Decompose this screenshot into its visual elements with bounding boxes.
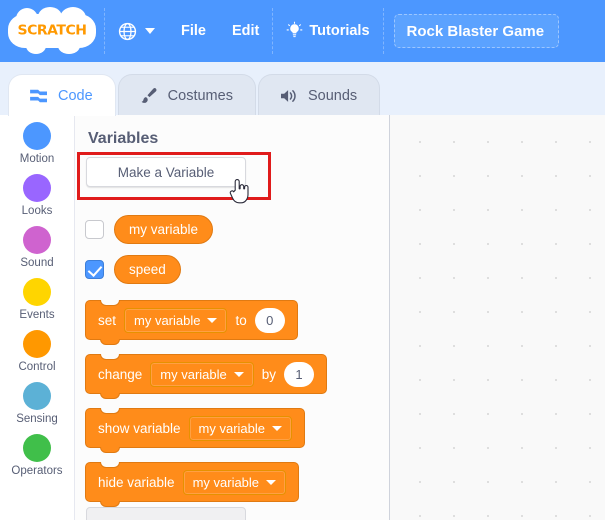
tab-code[interactable]: Code (8, 74, 116, 116)
make-a-list-button-partial[interactable] (86, 507, 246, 520)
tab-sounds[interactable]: Sounds (257, 74, 381, 116)
hide-block-variable-dropdown[interactable]: my variable (182, 469, 287, 495)
events-color-dot (23, 278, 51, 306)
variable-reporter-my-variable[interactable]: my variable (114, 215, 214, 244)
category-sound-label: Sound (20, 257, 54, 269)
speaker-icon (280, 89, 296, 102)
change-block-variable-dropdown[interactable]: my variable (150, 361, 254, 387)
change-block-middle-label: by (261, 366, 277, 382)
category-sound[interactable]: Sound (0, 226, 74, 278)
paintbrush-icon (141, 87, 157, 103)
chevron-down-icon (272, 425, 283, 431)
set-variable-block[interactable]: set my variable to 0 (85, 300, 298, 345)
set-block-prefix: set (98, 312, 117, 328)
show-block-prefix: show variable (98, 420, 181, 436)
menu-edit-label: Edit (231, 23, 260, 39)
category-operators[interactable]: Operators (0, 434, 74, 486)
category-sensing[interactable]: Sensing (0, 382, 74, 434)
change-variable-block[interactable]: change my variable by 1 (85, 354, 328, 399)
chevron-down-icon (145, 28, 155, 34)
hide-block-prefix: hide variable (98, 474, 175, 490)
language-selector[interactable] (105, 0, 168, 62)
block-palette[interactable]: Variables Make a Variable my variable sp… (75, 115, 390, 520)
block-category-sidebar: Motion Looks Sound Events Control Sensin… (0, 115, 75, 520)
looks-color-dot (23, 174, 51, 202)
chevron-down-icon (207, 317, 218, 323)
category-control[interactable]: Control (0, 330, 74, 382)
motion-color-dot (23, 122, 51, 150)
menu-edit[interactable]: Edit (219, 0, 272, 62)
sensing-color-dot (23, 382, 51, 410)
tab-sounds-label: Sounds (307, 87, 358, 104)
show-block-variable-dropdown[interactable]: my variable (188, 415, 293, 441)
make-a-variable-button[interactable]: Make a Variable (86, 157, 246, 187)
tutorials-label: Tutorials (309, 23, 370, 39)
category-looks-label: Looks (21, 205, 53, 217)
variable-checkbox-speed[interactable] (85, 260, 104, 279)
hide-variable-block[interactable]: hide variable my variable (85, 462, 300, 507)
globe-icon (118, 22, 137, 40)
variable-row-my-variable: my variable (85, 215, 214, 244)
palette-section-title: Variables (88, 130, 159, 147)
change-block-prefix: change (98, 366, 143, 382)
set-block-middle-label: to (235, 312, 247, 328)
hide-block-dropdown-value: my variable (192, 474, 260, 490)
scratch-logo-text: SCRATCH (17, 23, 87, 39)
chevron-down-icon (266, 479, 277, 485)
show-variable-block[interactable]: show variable my variable (85, 408, 306, 453)
code-blocks-icon (30, 89, 47, 102)
editor-body: Motion Looks Sound Events Control Sensin… (0, 115, 605, 520)
menu-file[interactable]: File (168, 0, 219, 62)
change-block-dropdown-value: my variable (160, 366, 227, 382)
tab-costumes[interactable]: Costumes (117, 74, 256, 116)
chevron-down-icon (233, 371, 244, 377)
category-events-label: Events (19, 309, 55, 321)
tab-costumes-label: Costumes (167, 87, 233, 104)
make-a-variable-label: Make a Variable (117, 164, 215, 180)
lightbulb-icon (286, 21, 303, 38)
menu-bar: SCRATCH File Edit Tutorials Rock Blaster… (0, 0, 605, 62)
scratch-editor: SCRATCH File Edit Tutorials Rock Blaster… (0, 0, 605, 520)
project-title-input[interactable]: Rock Blaster Game (393, 14, 559, 48)
show-block-dropdown-value: my variable (198, 420, 266, 436)
tab-code-label: Code (58, 87, 93, 104)
tab-bar: Code Costumes Sounds (0, 62, 605, 116)
variable-row-speed: speed (85, 255, 181, 284)
variable-reporter-speed[interactable]: speed (114, 255, 181, 284)
category-looks[interactable]: Looks (0, 174, 74, 226)
tutorials-button[interactable]: Tutorials (273, 0, 382, 62)
control-color-dot (23, 330, 51, 358)
category-sensing-label: Sensing (16, 413, 58, 425)
category-events[interactable]: Events (0, 278, 74, 330)
set-block-dropdown-value: my variable (134, 312, 201, 328)
menu-file-label: File (181, 23, 206, 39)
variable-checkbox-my-variable[interactable] (85, 220, 104, 239)
scratch-logo: SCRATCH (8, 7, 96, 54)
change-block-value-input[interactable]: 1 (284, 361, 315, 387)
category-operators-label: Operators (11, 465, 63, 477)
set-block-value-input[interactable]: 0 (254, 307, 285, 333)
menu-divider-3 (382, 8, 384, 54)
code-workspace-canvas[interactable] (390, 115, 605, 520)
category-control-label: Control (18, 361, 56, 373)
sound-color-dot (23, 226, 51, 254)
set-block-variable-dropdown[interactable]: my variable (124, 307, 228, 333)
operators-color-dot (23, 434, 51, 462)
category-motion-label: Motion (19, 153, 55, 165)
scratch-logo-button[interactable]: SCRATCH (0, 0, 104, 62)
category-motion[interactable]: Motion (0, 122, 74, 174)
